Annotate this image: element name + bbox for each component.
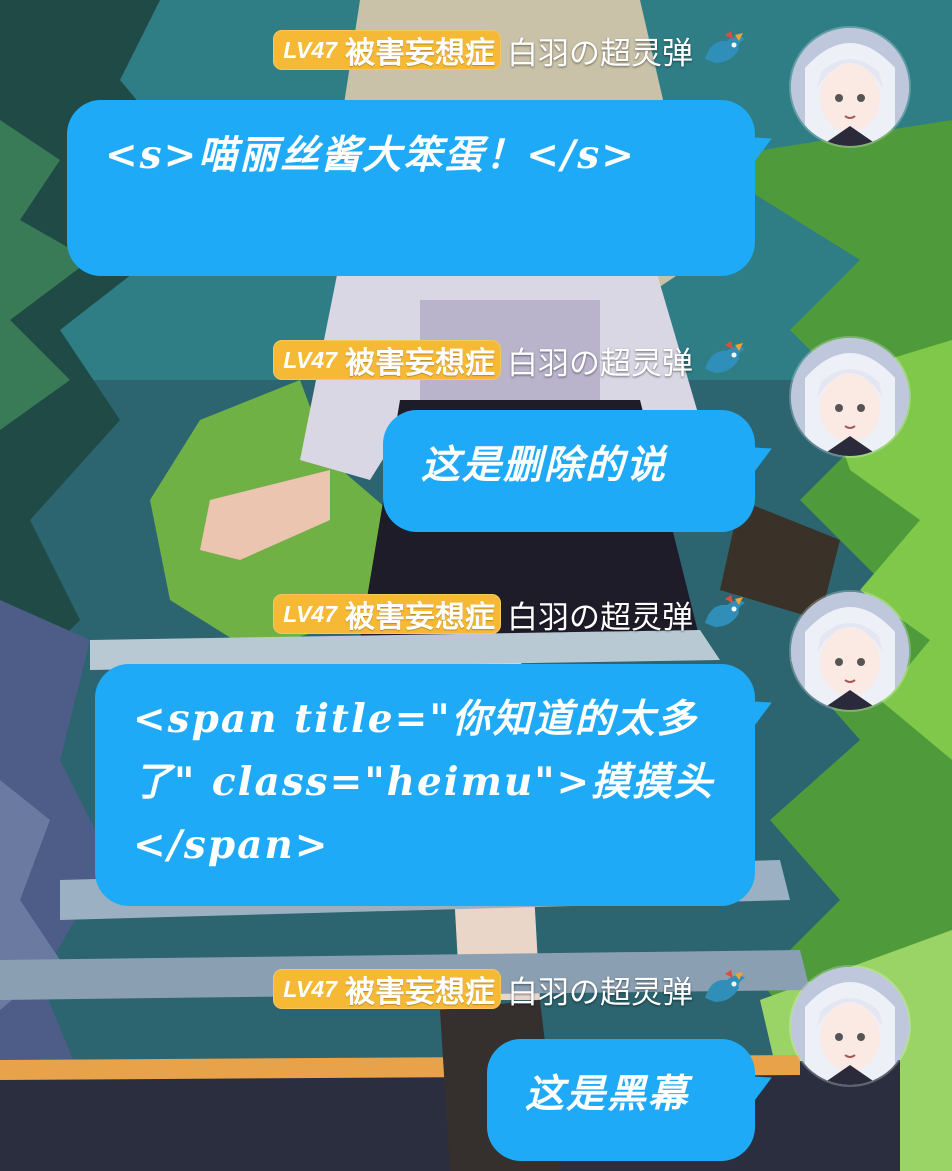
avatar[interactable] bbox=[791, 592, 909, 710]
dragon-icon bbox=[705, 970, 745, 1002]
username[interactable]: 白羽の超灵弹 bbox=[507, 967, 693, 1012]
medal-label: 被害妄想症 bbox=[345, 346, 495, 381]
message-meta: LV47 被害妄想症 白羽の超灵弹 bbox=[273, 338, 747, 382]
avatar[interactable] bbox=[791, 28, 909, 146]
avatar-image bbox=[791, 28, 909, 146]
level-label: LV47 bbox=[283, 346, 337, 373]
message-meta: LV47 被害妄想症 白羽の超灵弹 bbox=[273, 28, 747, 72]
level-label: LV47 bbox=[283, 600, 337, 627]
username[interactable]: 白羽の超灵弹 bbox=[507, 338, 693, 383]
message-bubble[interactable]: 这是删除的说 bbox=[383, 410, 755, 532]
chat-list: LV47 被害妄想症 白羽の超灵弹 <s>喵丽丝酱大笨蛋！</s> LV47 被… bbox=[0, 0, 952, 1171]
avatar[interactable] bbox=[791, 967, 909, 1085]
dragon-icon bbox=[705, 595, 745, 627]
level-label: LV47 bbox=[283, 36, 337, 63]
avatar-image bbox=[791, 592, 909, 710]
avatar-image bbox=[791, 338, 909, 456]
dragon-icon bbox=[705, 31, 745, 63]
username[interactable]: 白羽の超灵弹 bbox=[507, 592, 693, 637]
medal-badge[interactable]: LV47 被害妄想症 bbox=[273, 594, 501, 635]
medal-label: 被害妄想症 bbox=[345, 975, 495, 1010]
medal-badge[interactable]: LV47 被害妄想症 bbox=[273, 969, 501, 1010]
message-bubble[interactable]: <span title="你知道的太多了" class="heimu">摸摸头<… bbox=[95, 664, 755, 906]
username[interactable]: 白羽の超灵弹 bbox=[507, 28, 693, 73]
medal-badge[interactable]: LV47 被害妄想症 bbox=[273, 30, 501, 71]
message-bubble[interactable]: 这是黑幕 bbox=[487, 1039, 755, 1161]
medal-label: 被害妄想症 bbox=[345, 36, 495, 71]
avatar[interactable] bbox=[791, 338, 909, 456]
medal-badge[interactable]: LV47 被害妄想症 bbox=[273, 340, 501, 381]
message-meta: LV47 被害妄想症 白羽の超灵弹 bbox=[273, 592, 747, 636]
avatar-image bbox=[791, 967, 909, 1085]
dragon-icon bbox=[705, 341, 745, 373]
message-meta: LV47 被害妄想症 白羽の超灵弹 bbox=[273, 967, 747, 1011]
medal-label: 被害妄想症 bbox=[345, 600, 495, 635]
level-label: LV47 bbox=[283, 975, 337, 1002]
message-bubble[interactable]: <s>喵丽丝酱大笨蛋！</s> bbox=[67, 100, 755, 276]
